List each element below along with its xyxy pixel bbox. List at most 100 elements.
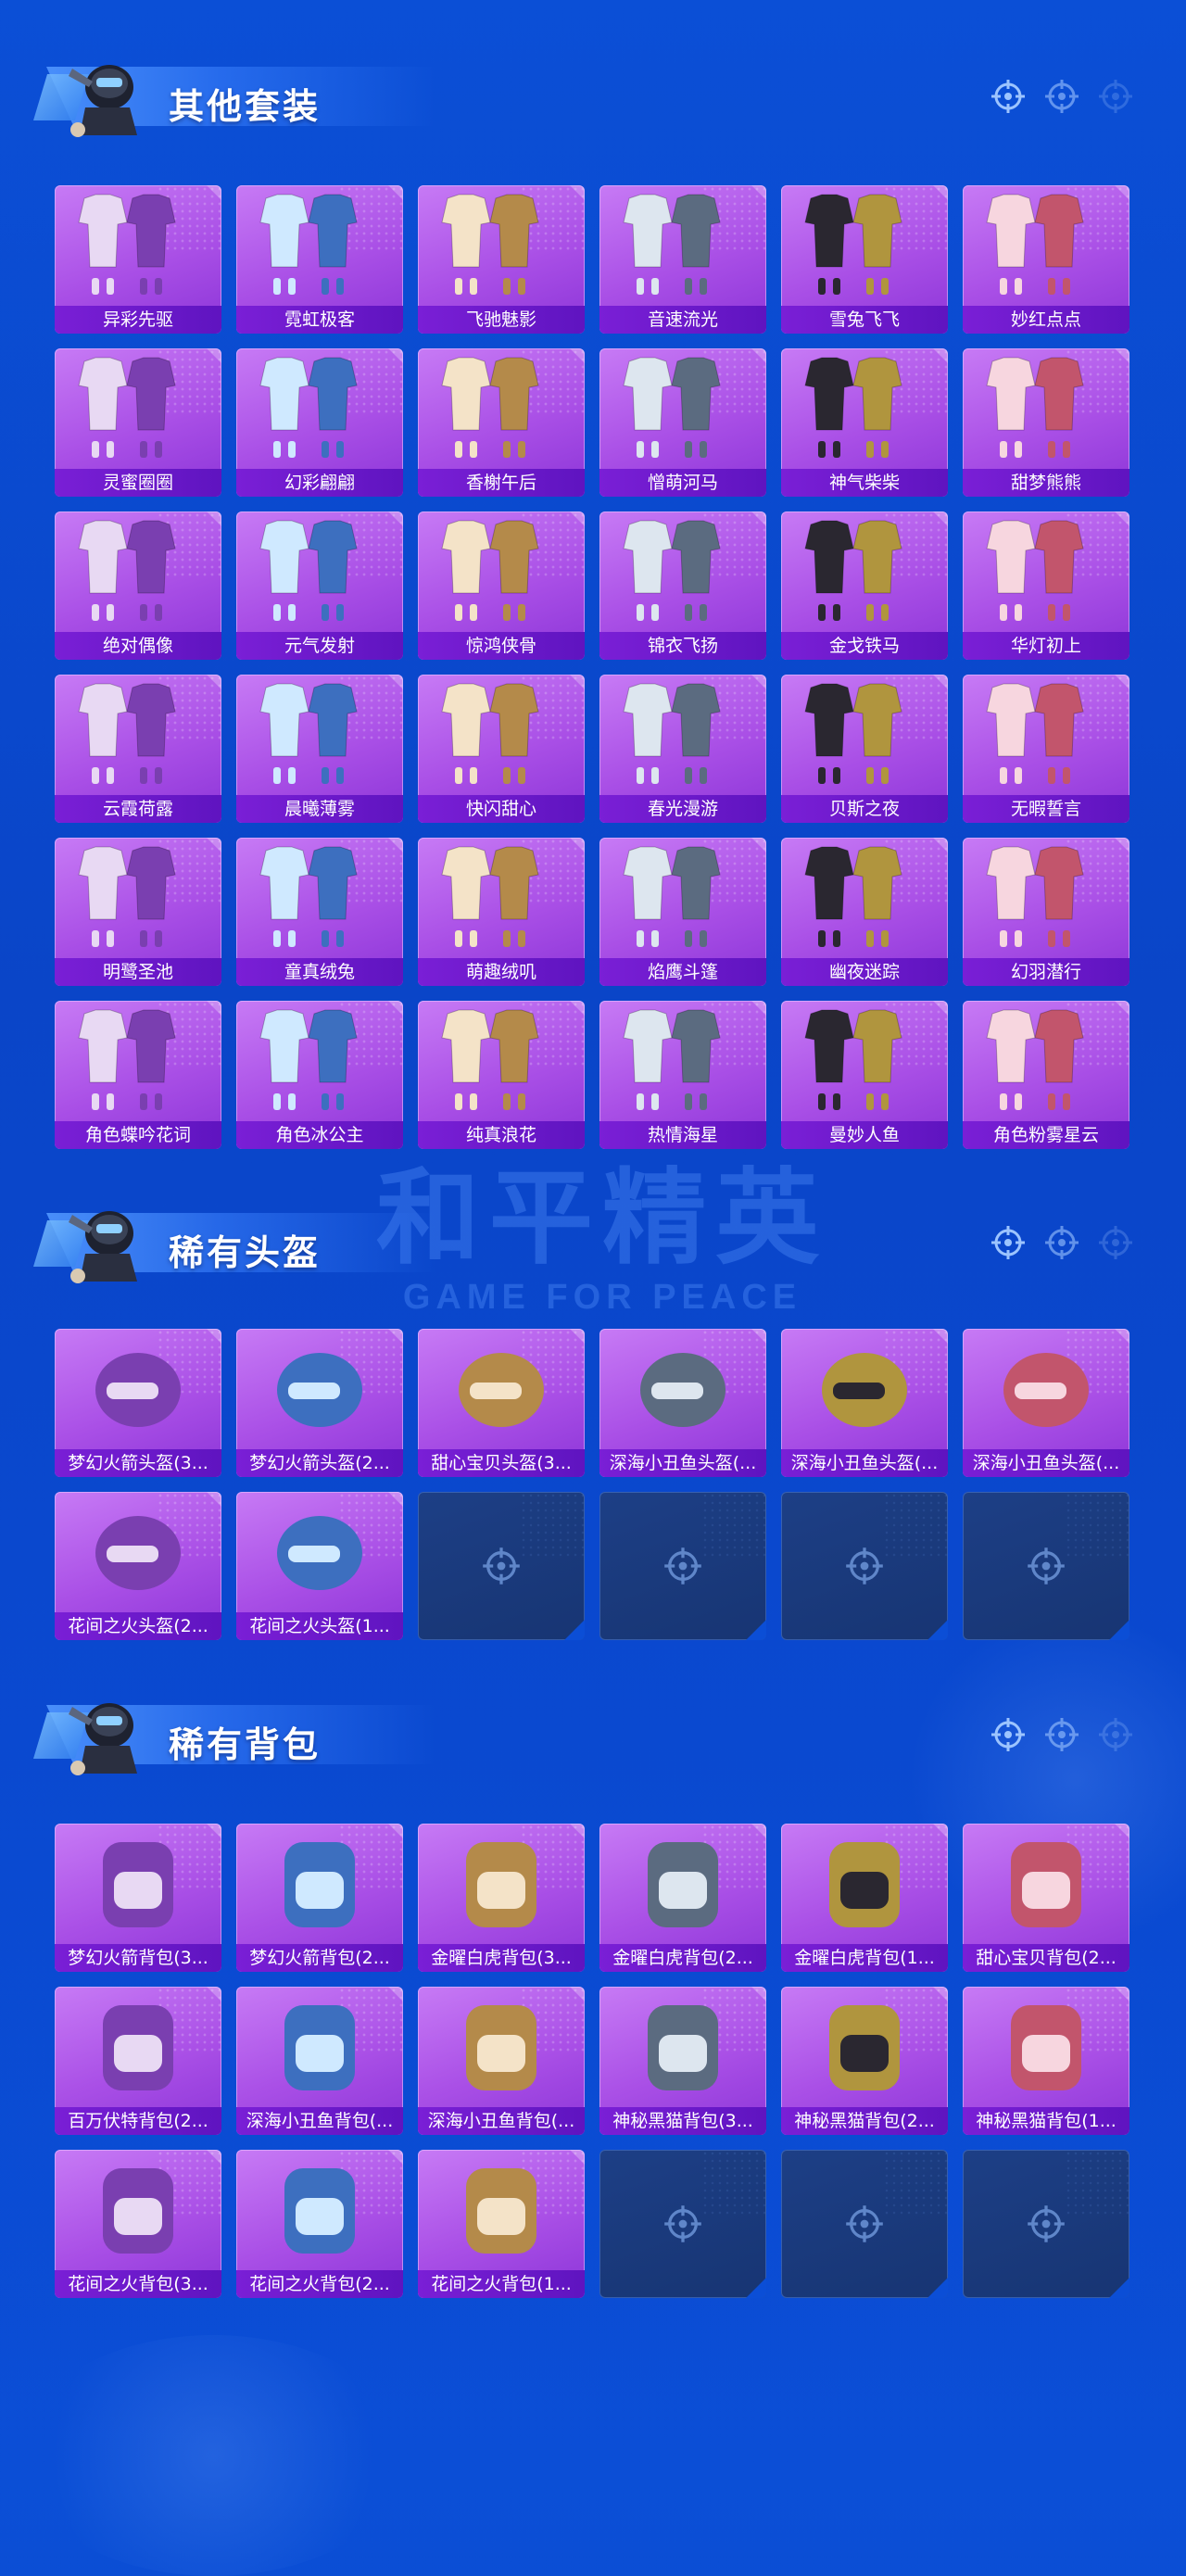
crosshair-decoration bbox=[990, 1716, 1134, 1753]
item-card[interactable]: 晨曦薄雾 bbox=[236, 675, 403, 823]
helmet-image bbox=[640, 1353, 725, 1427]
item-card[interactable]: 幽夜迷踪 bbox=[781, 838, 948, 986]
item-card[interactable]: 快闪甜心 bbox=[418, 675, 585, 823]
item-name: 甜梦熊熊 bbox=[963, 469, 1129, 497]
crosshair-icon bbox=[1099, 80, 1132, 113]
item-card[interactable]: 妙红点点 bbox=[963, 185, 1129, 334]
item-card[interactable]: 幻羽潜行 bbox=[963, 838, 1129, 986]
card-corner bbox=[207, 511, 221, 526]
item-card[interactable]: 角色粉雾星云 bbox=[963, 1001, 1129, 1149]
item-card[interactable]: 梦幻火箭头盔(3... bbox=[55, 1329, 221, 1477]
item-name: 神秘黑猫背包(3... bbox=[599, 2107, 766, 2135]
item-card[interactable]: 深海小丑鱼头盔(... bbox=[781, 1329, 948, 1477]
card-corner bbox=[207, 1987, 221, 2001]
item-card[interactable]: 梦幻火箭背包(3... bbox=[55, 1824, 221, 1972]
item-name: 梦幻火箭头盔(3... bbox=[55, 1449, 221, 1477]
item-card[interactable]: 花间之火头盔(1... bbox=[236, 1492, 403, 1640]
item-card[interactable]: 百万伏特背包(2... bbox=[55, 1987, 221, 2135]
item-card[interactable]: 萌趣绒叽 bbox=[418, 838, 585, 986]
item-card[interactable]: 云霞荷露 bbox=[55, 675, 221, 823]
item-card[interactable]: 神秘黑猫背包(3... bbox=[599, 1987, 766, 2135]
outfit-image bbox=[623, 846, 721, 947]
item-card[interactable]: 梦幻火箭背包(2... bbox=[236, 1824, 403, 1972]
item-card[interactable]: 曼妙人鱼 bbox=[781, 1001, 948, 1149]
item-card[interactable]: 明鹭圣池 bbox=[55, 838, 221, 986]
item-card[interactable]: 深海小丑鱼头盔(... bbox=[963, 1329, 1129, 1477]
item-card[interactable]: 憎萌河马 bbox=[599, 348, 766, 497]
card-corner bbox=[570, 511, 585, 526]
outfit-image bbox=[804, 194, 902, 295]
item-card[interactable]: 金曜白虎背包(2... bbox=[599, 1824, 766, 1972]
item-card[interactable]: 深海小丑鱼背包(... bbox=[418, 1987, 585, 2135]
card-corner bbox=[933, 185, 948, 200]
item-card[interactable]: 热情海星 bbox=[599, 1001, 766, 1149]
soldier-mascot-icon bbox=[69, 65, 137, 137]
item-card[interactable]: 梦幻火箭头盔(2... bbox=[236, 1329, 403, 1477]
item-card[interactable]: 金戈铁马 bbox=[781, 511, 948, 660]
card-corner bbox=[388, 1824, 403, 1838]
card-corner bbox=[207, 348, 221, 363]
item-card[interactable]: 金曜白虎背包(3... bbox=[418, 1824, 585, 1972]
card-corner bbox=[1115, 348, 1129, 363]
item-card[interactable]: 异彩先驱 bbox=[55, 185, 221, 334]
item-card[interactable]: 神秘黑猫背包(1... bbox=[963, 1987, 1129, 2135]
item-card[interactable]: 元气发射 bbox=[236, 511, 403, 660]
item-card[interactable]: 花间之火背包(3... bbox=[55, 2150, 221, 2298]
item-card[interactable]: 绝对偶像 bbox=[55, 511, 221, 660]
item-card[interactable]: 霓虹极客 bbox=[236, 185, 403, 334]
item-card[interactable]: 惊鸿侠骨 bbox=[418, 511, 585, 660]
item-name: 惊鸿侠骨 bbox=[418, 632, 585, 660]
item-card[interactable]: 角色蝶吟花词 bbox=[55, 1001, 221, 1149]
item-card[interactable]: 灵蜜圈圈 bbox=[55, 348, 221, 497]
item-card[interactable]: 无暇誓言 bbox=[963, 675, 1129, 823]
outfit-image bbox=[804, 846, 902, 947]
item-card[interactable]: 神气柴柴 bbox=[781, 348, 948, 497]
outfit-image bbox=[441, 1009, 539, 1110]
item-card[interactable]: 华灯初上 bbox=[963, 511, 1129, 660]
item-card[interactable]: 神秘黑猫背包(2... bbox=[781, 1987, 948, 2135]
card-corner bbox=[933, 1329, 948, 1344]
item-card[interactable]: 音速流光 bbox=[599, 185, 766, 334]
card-corner bbox=[388, 1987, 403, 2001]
item-card[interactable]: 甜梦熊熊 bbox=[963, 348, 1129, 497]
item-card[interactable]: 春光漫游 bbox=[599, 675, 766, 823]
card-corner bbox=[207, 2150, 221, 2165]
card-corner bbox=[388, 838, 403, 852]
item-card[interactable]: 纯真浪花 bbox=[418, 1001, 585, 1149]
item-card[interactable]: 飞驰魅影 bbox=[418, 185, 585, 334]
item-name: 深海小丑鱼头盔(... bbox=[963, 1449, 1129, 1477]
item-card[interactable]: 甜心宝贝背包(2... bbox=[963, 1824, 1129, 1972]
card-corner bbox=[207, 1824, 221, 1838]
item-card[interactable]: 深海小丑鱼头盔(... bbox=[599, 1329, 766, 1477]
item-name: 焰鹰斗篷 bbox=[599, 958, 766, 986]
crosshair-decoration bbox=[990, 1224, 1134, 1261]
item-card[interactable]: 锦衣飞扬 bbox=[599, 511, 766, 660]
item-card[interactable]: 花间之火背包(2... bbox=[236, 2150, 403, 2298]
empty-slot bbox=[963, 2150, 1129, 2298]
item-name: 梦幻火箭背包(3... bbox=[55, 1944, 221, 1972]
card-corner bbox=[933, 1987, 948, 2001]
card-corner bbox=[570, 1824, 585, 1838]
helmet-image bbox=[1003, 1353, 1089, 1427]
item-card[interactable]: 雪兔飞飞 bbox=[781, 185, 948, 334]
item-card[interactable]: 花间之火头盔(2... bbox=[55, 1492, 221, 1640]
item-name: 飞驰魅影 bbox=[418, 306, 585, 334]
item-card[interactable]: 贝斯之夜 bbox=[781, 675, 948, 823]
item-card[interactable]: 童真绒兔 bbox=[236, 838, 403, 986]
item-name: 绝对偶像 bbox=[55, 632, 221, 660]
card-corner bbox=[570, 185, 585, 200]
item-card[interactable]: 甜心宝贝头盔(3... bbox=[418, 1329, 585, 1477]
crosshair-icon bbox=[846, 2205, 883, 2242]
item-card[interactable]: 深海小丑鱼背包(... bbox=[236, 1987, 403, 2135]
item-name: 金曜白虎背包(1... bbox=[781, 1944, 948, 1972]
item-card[interactable]: 花间之火背包(1... bbox=[418, 2150, 585, 2298]
item-name: 贝斯之夜 bbox=[781, 795, 948, 823]
item-card[interactable]: 焰鹰斗篷 bbox=[599, 838, 766, 986]
item-card[interactable]: 香榭午后 bbox=[418, 348, 585, 497]
outfit-image bbox=[623, 520, 721, 621]
item-name: 金曜白虎背包(2... bbox=[599, 1944, 766, 1972]
item-card[interactable]: 金曜白虎背包(1... bbox=[781, 1824, 948, 1972]
item-card[interactable]: 角色冰公主 bbox=[236, 1001, 403, 1149]
item-name: 萌趣绒叽 bbox=[418, 958, 585, 986]
item-card[interactable]: 幻彩翩翩 bbox=[236, 348, 403, 497]
